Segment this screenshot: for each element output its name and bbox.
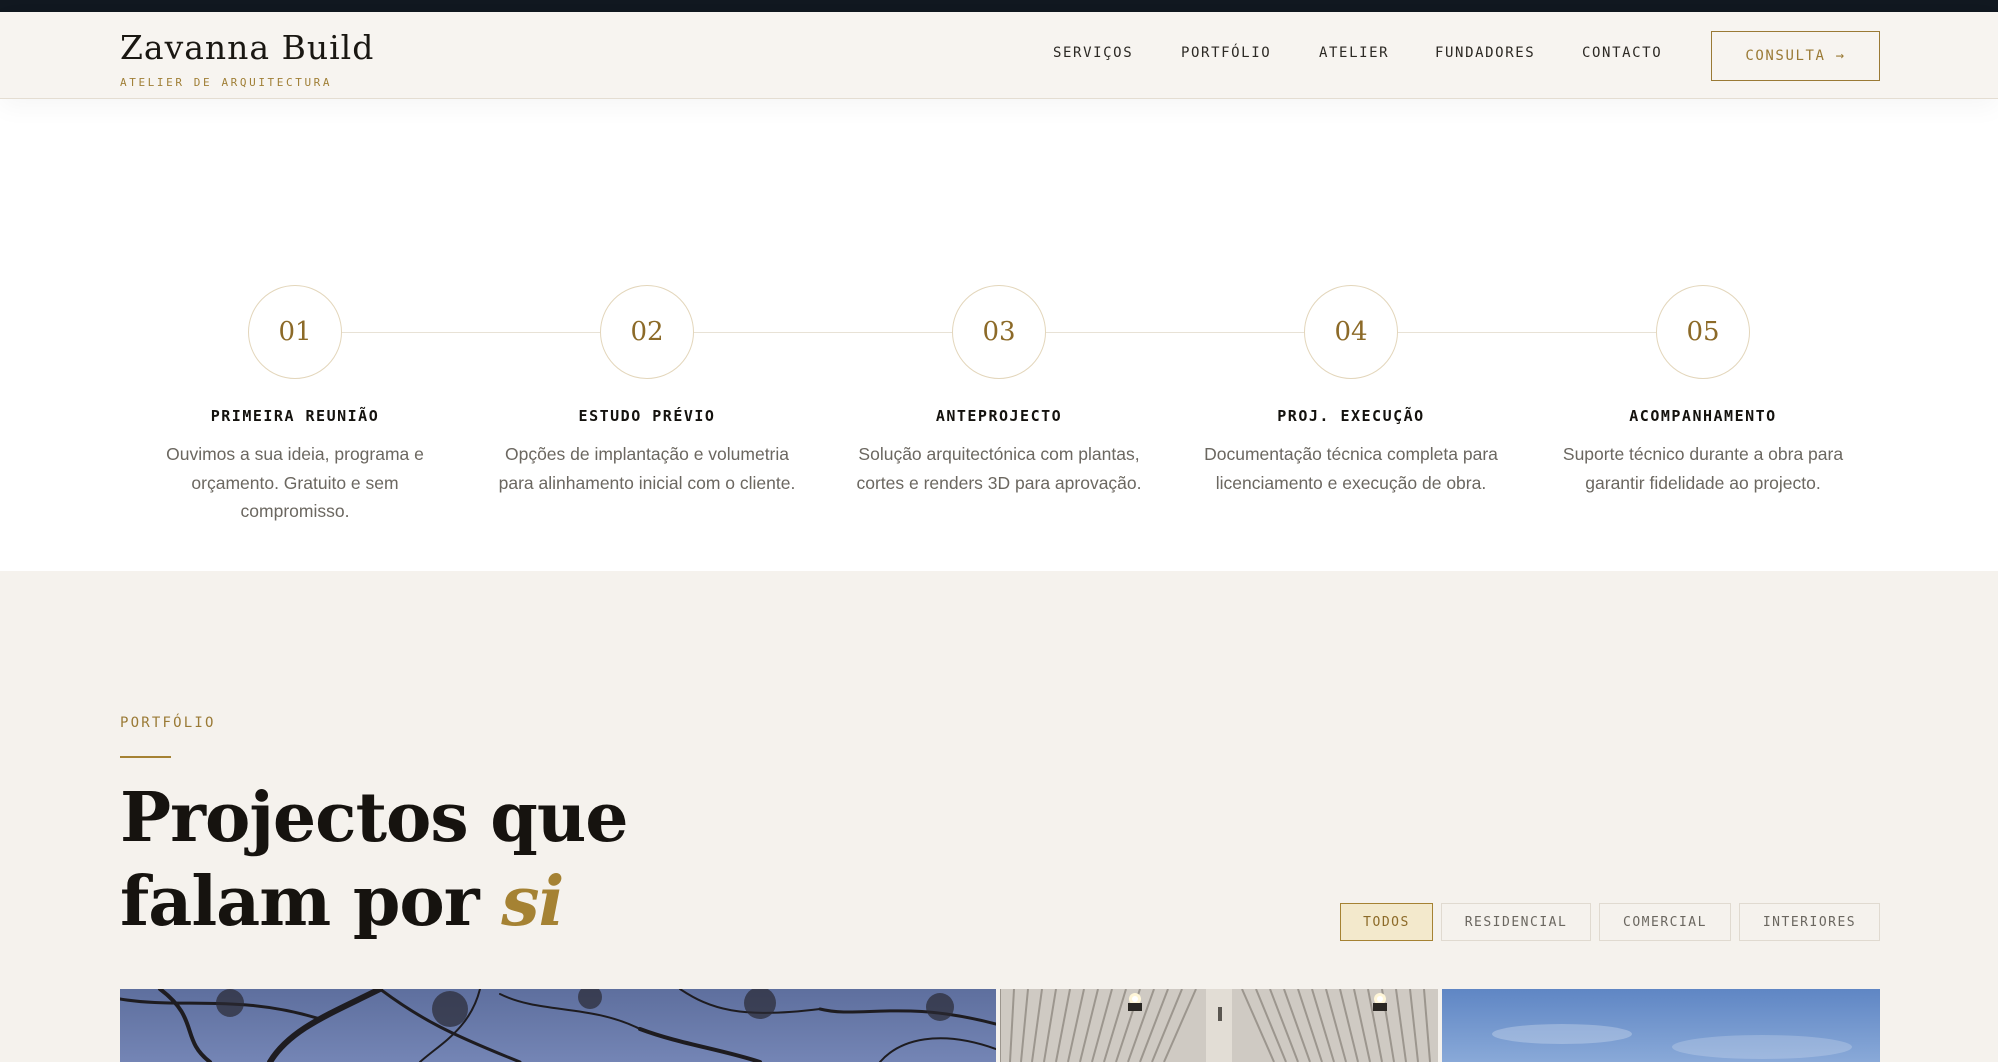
brand-name: Zavanna Build — [120, 28, 375, 67]
filter-residencial[interactable]: RESIDENCIAL — [1441, 903, 1591, 941]
step-description: Ouvimos a sua ideia, programa e orçament… — [166, 444, 424, 521]
step-description: Documentação técnica completa para licen… — [1204, 444, 1498, 493]
top-dark-strip — [0, 0, 1998, 12]
nav-link-contacto[interactable]: CONTACTO — [1582, 45, 1662, 61]
consult-button[interactable]: CONSULTA → — [1711, 31, 1880, 81]
portfolio-project-3[interactable] — [1442, 989, 1880, 1062]
portfolio-project-2[interactable] — [1000, 989, 1438, 1062]
main-nav: SERVIÇOS PORTFÓLIO ATELIER FUNDADORES CO… — [1053, 45, 1662, 61]
portfolio-project-1[interactable] — [120, 989, 996, 1062]
process-step-4: 04 PROJ. EXECUÇÃO Documentação técnica c… — [1191, 285, 1511, 497]
step-number-circle: 02 — [600, 285, 694, 379]
portfolio-headline: Projectos que falam por si — [120, 776, 629, 944]
portfolio-eyebrow: PORTFÓLIO — [120, 715, 216, 731]
step-number-circle: 05 — [1656, 285, 1750, 379]
brand-tagline: ATELIER DE ARQUITECTURA — [120, 76, 333, 89]
process-step-3: 03 ANTEPROJECTO Solução arquitectónica c… — [839, 285, 1159, 497]
step-title: PROJ. EXECUÇÃO — [1277, 407, 1425, 425]
headline-accent: si — [501, 862, 564, 942]
filter-comercial[interactable]: COMERCIAL — [1599, 903, 1731, 941]
portfolio-section: PORTFÓLIO Projectos que falam por si TOD… — [0, 571, 1998, 1062]
tree-dusk-photo — [120, 989, 996, 1062]
process-step-2: 02 ESTUDO PRÉVIO Opções de implantação e… — [487, 285, 807, 497]
process-step-1: 01 PRIMEIRA REUNIÃO Ouvimos a sua ideia,… — [135, 285, 455, 526]
sky-photo — [1442, 989, 1880, 1062]
nav-link-portfolio[interactable]: PORTFÓLIO — [1181, 45, 1319, 61]
filter-interiores[interactable]: INTERIORES — [1739, 903, 1880, 941]
step-number-circle: 03 — [952, 285, 1046, 379]
process-section: 01 PRIMEIRA REUNIÃO Ouvimos a sua ideia,… — [0, 99, 1998, 571]
step-title: ACOMPANHAMENTO — [1629, 407, 1777, 425]
process-step-5: 05 ACOMPANHAMENTO Suporte técnico durant… — [1543, 285, 1863, 497]
step-description: Opções de implantação e volumetria para … — [498, 444, 796, 493]
step-title: ANTEPROJECTO — [935, 407, 1063, 425]
ceiling-interior-photo — [1000, 989, 1438, 1062]
step-description: Suporte técnico durante a obra para gara… — [1562, 444, 1844, 493]
step-description: Solução arquitectónica com plantas, cort… — [856, 444, 1142, 493]
nav-link-atelier[interactable]: ATELIER — [1319, 45, 1435, 61]
eyebrow-divider — [120, 756, 171, 758]
portfolio-filters: TODOS RESIDENCIAL COMERCIAL INTERIORES — [1340, 903, 1880, 941]
headline-line-2: falam por — [120, 862, 502, 942]
filter-todos[interactable]: TODOS — [1340, 903, 1433, 941]
brand-logo[interactable]: Zavanna Build ATELIER DE ARQUITECTURA — [120, 26, 374, 89]
step-number-circle: 01 — [248, 285, 342, 379]
step-title: PRIMEIRA REUNIÃO — [210, 407, 380, 425]
site-header: Zavanna Build ATELIER DE ARQUITECTURA SE… — [0, 12, 1998, 99]
step-title: ESTUDO PRÉVIO — [578, 407, 716, 425]
nav-link-servicos[interactable]: SERVIÇOS — [1053, 45, 1181, 61]
headline-line-1: Projectos que — [120, 778, 629, 858]
step-number-circle: 04 — [1304, 285, 1398, 379]
nav-link-fundadores[interactable]: FUNDADORES — [1435, 45, 1582, 61]
